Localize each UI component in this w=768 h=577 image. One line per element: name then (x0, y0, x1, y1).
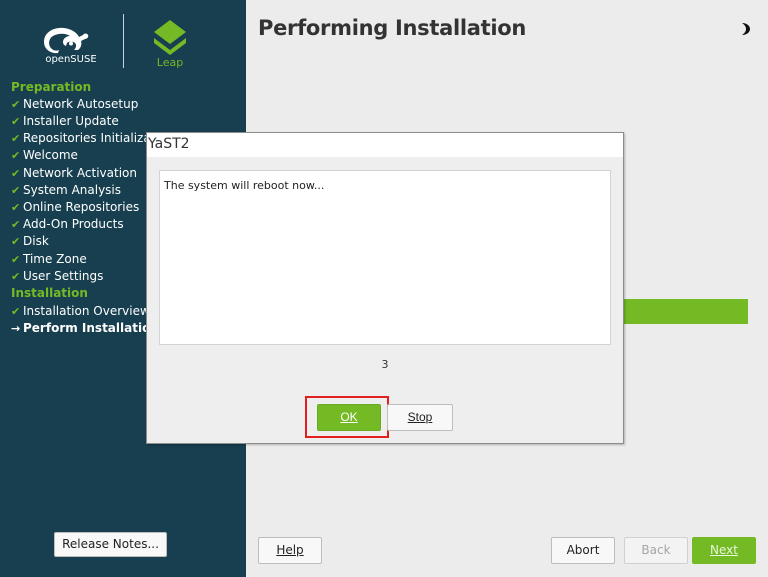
next-button[interactable]: Next (692, 537, 756, 564)
step-disk: ✔ Disk (11, 234, 49, 248)
check-icon: ✔ (11, 269, 21, 283)
page-title: Performing Installation (258, 16, 527, 40)
check-icon: ✔ (11, 148, 21, 162)
ok-button[interactable]: OK (317, 404, 381, 431)
reboot-dialog: YaST2 The system will reboot now... 3 OK… (146, 132, 624, 444)
step-label: Disk (23, 234, 49, 248)
reboot-countdown: 3 (381, 358, 389, 371)
back-label: Back (641, 543, 671, 557)
step-label: Time Zone (23, 252, 87, 266)
step-network-autosetup: ✔ Network Autosetup (11, 97, 138, 111)
step-label: Add-On Products (23, 217, 124, 231)
logo-area: openSUSE Leap (0, 0, 246, 80)
ok-label: OK (340, 410, 358, 424)
check-icon: ✔ (11, 234, 21, 248)
step-perform-installation: → Perform Installation (11, 321, 159, 335)
step-label: User Settings (23, 269, 104, 283)
dialog-message: The system will reboot now... (164, 179, 325, 192)
step-welcome: ✔ Welcome (11, 148, 78, 162)
help-button[interactable]: Help (258, 537, 322, 564)
check-icon: ✔ (11, 217, 21, 231)
step-user-settings: ✔ User Settings (11, 269, 103, 283)
step-add-on-products: ✔ Add-On Products (11, 217, 124, 231)
step-installer-update: ✔ Installer Update (11, 114, 119, 128)
check-icon: ✔ (11, 166, 21, 180)
logo-divider (123, 14, 124, 68)
check-icon: ✔ (11, 304, 21, 318)
dialog-title-bar[interactable]: YaST2 (147, 133, 623, 157)
abort-label: Abort (566, 543, 600, 557)
check-icon: ✔ (11, 252, 21, 266)
arrow-right-icon: → (11, 321, 21, 335)
check-icon: ✔ (11, 114, 21, 128)
release-notes-button[interactable]: Release Notes... (54, 532, 167, 557)
step-label: Welcome (23, 148, 78, 162)
check-icon: ✔ (11, 97, 21, 111)
section-header-installation: Installation (11, 286, 88, 300)
opensuse-logo-text: openSUSE (45, 54, 96, 65)
abort-button[interactable]: Abort (551, 537, 615, 564)
stop-button[interactable]: Stop (387, 404, 453, 431)
step-system-analysis: ✔ System Analysis (11, 183, 121, 197)
step-label: Installer Update (23, 114, 119, 128)
dialog-message-box: The system will reboot now... (159, 170, 611, 345)
opensuse-logo: openSUSE (44, 27, 97, 65)
step-time-zone: ✔ Time Zone (11, 252, 87, 266)
check-icon: ✔ (11, 131, 21, 145)
leap-logo: Leap (154, 20, 186, 68)
step-label: Network Autosetup (23, 97, 139, 111)
moon-icon[interactable] (739, 22, 751, 36)
next-label: Next (710, 543, 738, 557)
section-header-preparation: Preparation (11, 80, 92, 94)
step-network-activation: ✔ Network Activation (11, 166, 137, 180)
back-button[interactable]: Back (624, 537, 688, 564)
step-label: Installation Overview (23, 304, 150, 318)
stop-label: Stop (407, 410, 433, 424)
check-icon: ✔ (11, 200, 21, 214)
installation-progress-bar (622, 299, 748, 324)
step-label: Perform Installation (23, 321, 159, 335)
step-label: Network Activation (23, 166, 137, 180)
check-icon: ✔ (11, 183, 21, 197)
step-label: Online Repositories (23, 200, 140, 214)
step-label: System Analysis (23, 183, 122, 197)
step-installation-overview: ✔ Installation Overview (11, 304, 150, 318)
leap-logo-text: Leap (157, 56, 183, 68)
step-online-repositories: ✔ Online Repositories (11, 200, 139, 214)
help-label: Help (276, 543, 304, 557)
